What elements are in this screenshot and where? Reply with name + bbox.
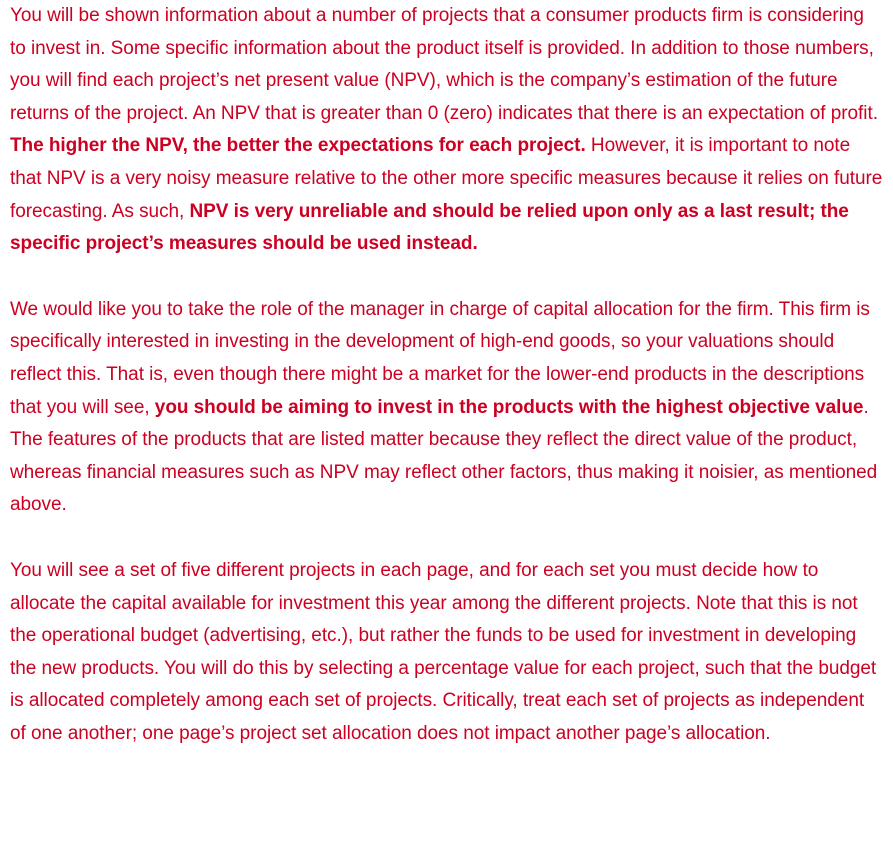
allocation-text: You will see a set of five different pro… (10, 559, 877, 744)
paragraph-npv-intro: You will be shown information about a nu… (10, 0, 883, 261)
npv-intro-text: You will be shown information about a nu… (10, 5, 878, 124)
instructions-text: You will be shown information about a nu… (0, 0, 893, 750)
paragraph-manager-role: We would like you to take the role of th… (10, 294, 883, 522)
highest-value-emphasis: you should be aiming to invest in the pr… (154, 396, 864, 418)
paragraph-allocation: You will see a set of five different pro… (10, 555, 883, 751)
npv-higher-better-emphasis: The higher the NPV, the better the expec… (10, 135, 586, 157)
